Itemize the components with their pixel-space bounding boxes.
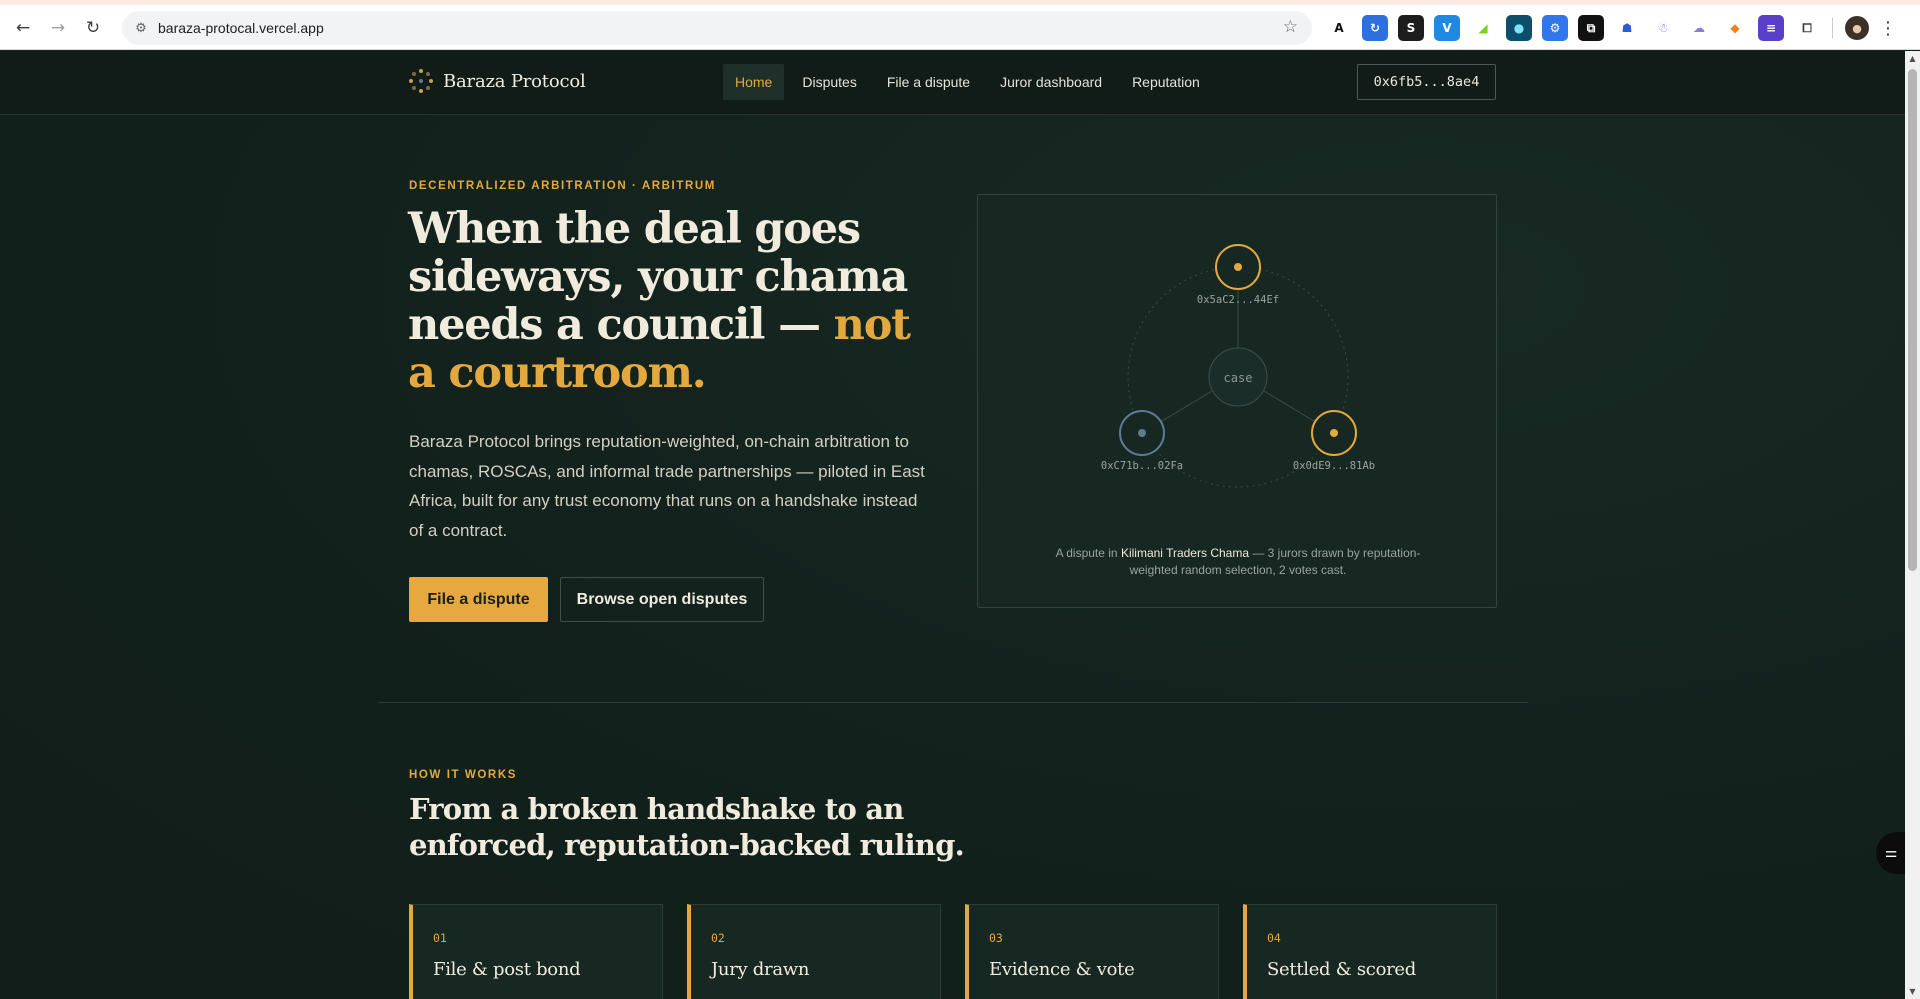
page-viewport: Baraza Protocol Home Disputes File a dis…	[0, 51, 1905, 999]
hero-eyebrow: DECENTRALIZED ARBITRATION · ARBITRUM	[409, 180, 716, 192]
scroll-up-arrow-icon[interactable]: ▲	[1908, 54, 1917, 63]
step-number: 02	[711, 931, 725, 945]
s-ext-icon[interactable]: S	[1398, 15, 1424, 41]
a-ext-icon[interactable]: A	[1326, 15, 1352, 41]
step-number: 03	[989, 931, 1003, 945]
main-nav: Home Disputes File a dispute Juror dashb…	[723, 64, 1212, 100]
file-dispute-button[interactable]: File a dispute	[409, 577, 548, 622]
brand-name: Baraza Protocol	[443, 70, 586, 92]
floating-toggle-icon[interactable]: ⚌	[1876, 832, 1905, 874]
square-ext-icon[interactable]: ⧉	[1578, 15, 1604, 41]
brand-mark-icon	[409, 69, 433, 93]
nav-juror-dashboard[interactable]: Juror dashboard	[988, 64, 1114, 100]
caption-group-name: Kilimani Traders Chama	[1120, 546, 1249, 560]
nav-home[interactable]: Home	[723, 64, 785, 100]
v-ext-icon[interactable]: V	[1434, 15, 1460, 41]
robot-ext-icon[interactable]: ☃	[1650, 15, 1676, 41]
case-node-label: case	[1224, 371, 1253, 385]
hero-title: When the deal goes sideways, your chama …	[408, 205, 948, 397]
scroll-down-arrow-icon[interactable]: ▼	[1908, 987, 1917, 996]
juror-address-label: 0xC71b...02Fa	[1101, 460, 1183, 472]
browse-disputes-button[interactable]: Browse open disputes	[560, 577, 764, 622]
step-title: Jury drawn	[711, 959, 810, 980]
circle-ext-icon[interactable]: ●	[1506, 15, 1532, 41]
step-card: 04 Settled & scored	[1243, 904, 1497, 999]
brand-logo-link[interactable]: Baraza Protocol	[409, 69, 586, 93]
browser-menu-icon[interactable]: ⋮	[1879, 18, 1897, 39]
hat-ext-icon[interactable]: ☗	[1614, 15, 1640, 41]
case-caption: A dispute in Kilimani Traders Chama — 3 …	[1038, 545, 1438, 579]
juror-address-label: 0x0dE9...81Ab	[1293, 460, 1375, 472]
site-header: Baraza Protocol Home Disputes File a dis…	[0, 51, 1905, 115]
page-scrollbar[interactable]: ▲ ▼	[1905, 51, 1920, 999]
jury-diagram: case 0x5aC2...44Ef 0xC71b...02Fa 0x0dE9.…	[1101, 244, 1375, 488]
cloud-ext-icon[interactable]: ☁	[1686, 15, 1712, 41]
browser-toolbar: ← → ↻ ⚙ baraza-protocal.vercel.app ☆ A ↻ S…	[0, 5, 1920, 50]
scrollbar-thumb[interactable]	[1908, 69, 1917, 571]
step-title: File & post bond	[433, 959, 581, 980]
wallet-address-button[interactable]: 0x6fb5...8ae4	[1357, 64, 1496, 100]
site-settings-icon[interactable]: ⚙	[132, 19, 150, 37]
hero-lead: Baraza Protocol brings reputation-weight…	[409, 432, 925, 540]
juror-node-top[interactable]: 0x5aC2...44Ef	[1197, 244, 1279, 306]
caption-prefix: A dispute in	[1055, 546, 1121, 560]
gear-ext-icon[interactable]: ⚙	[1542, 15, 1568, 41]
juror-node-left[interactable]: 0xC71b...02Fa	[1101, 410, 1183, 472]
forward-arrow-icon[interactable]: →	[45, 15, 71, 41]
extensions-toolbar: A ↻ S V ◢ ● ⚙ ⧉ ☗ ☃ ☁ ◆ ≡ ⧠ ● ⋮	[1326, 15, 1897, 41]
how-it-works-eyebrow: HOW IT WORKS	[409, 769, 517, 781]
step-card: 03 Evidence & vote	[965, 904, 1219, 999]
how-it-works-title: From a broken handshake to an enforced, …	[409, 792, 965, 862]
refresh-ext-icon[interactable]: ↻	[1362, 15, 1388, 41]
address-bar-url[interactable]: baraza-protocal.vercel.app	[158, 20, 324, 36]
reload-icon[interactable]: ↻	[80, 15, 106, 41]
puzzle-ext-icon[interactable]: ⧠	[1794, 15, 1820, 41]
steps-list: 01 File & post bond 02 Jury drawn 03 Evi…	[409, 904, 1497, 999]
step-number: 04	[1267, 931, 1281, 945]
juror-node-right[interactable]: 0x0dE9...81Ab	[1293, 410, 1375, 472]
juror-address-label: 0x5aC2...44Ef	[1197, 294, 1279, 306]
section-divider	[378, 702, 1528, 703]
step-card: 01 File & post bond	[409, 904, 663, 999]
doc-ext-icon[interactable]: ≡	[1758, 15, 1784, 41]
chart-ext-icon[interactable]: ◢	[1470, 15, 1496, 41]
back-arrow-icon[interactable]: ←	[10, 15, 36, 41]
step-title: Evidence & vote	[989, 959, 1135, 980]
step-number: 01	[433, 931, 447, 945]
address-bar[interactable]: ⚙ baraza-protocal.vercel.app ☆	[122, 11, 1312, 45]
fox-ext-icon[interactable]: ◆	[1722, 15, 1748, 41]
step-card: 02 Jury drawn	[687, 904, 941, 999]
hero-title-main: When the deal goes sideways, your chama …	[408, 204, 908, 350]
step-title: Settled & scored	[1267, 959, 1416, 980]
bookmark-star-icon[interactable]: ☆	[1283, 17, 1298, 37]
nav-file-a-dispute[interactable]: File a dispute	[875, 64, 982, 100]
profile-avatar-icon[interactable]: ●	[1845, 16, 1869, 40]
toolbar-separator	[1832, 18, 1833, 38]
nav-disputes[interactable]: Disputes	[790, 64, 868, 100]
nav-reputation[interactable]: Reputation	[1120, 64, 1212, 100]
case-illustration-card: case 0x5aC2...44Ef 0xC71b...02Fa 0x0dE9.…	[977, 194, 1497, 608]
